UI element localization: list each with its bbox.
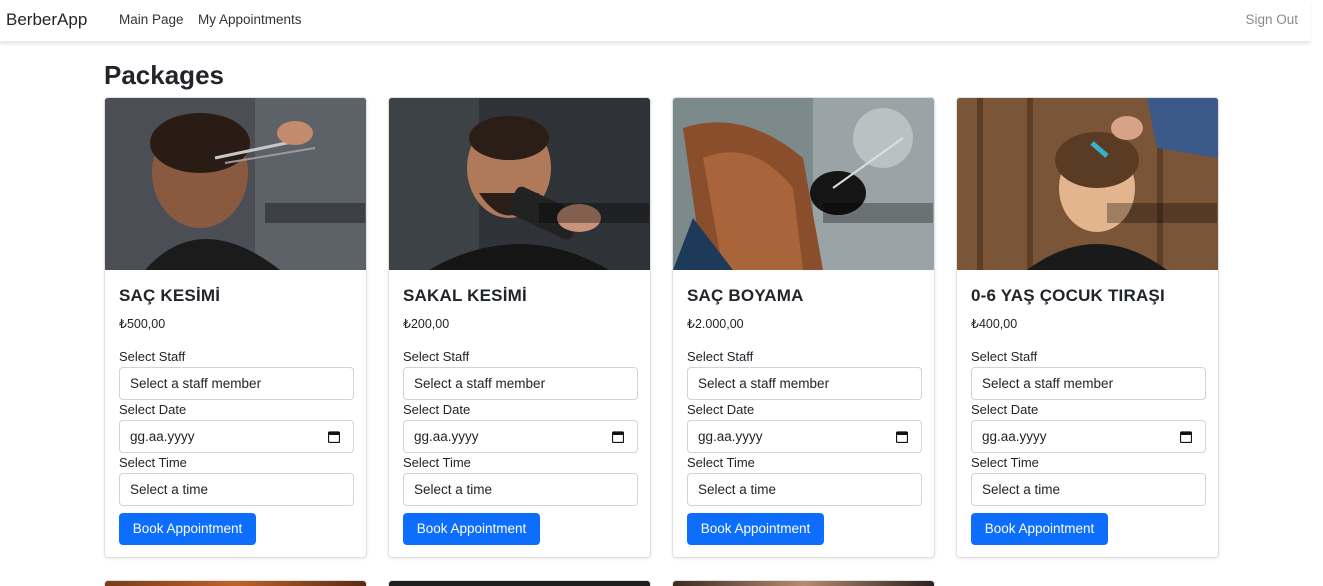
calendar-icon[interactable]	[1180, 431, 1192, 443]
package-card-partial	[388, 580, 651, 586]
package-title: SAÇ BOYAMA	[687, 286, 804, 305]
time-select[interactable]: Select a time	[687, 473, 922, 506]
select-staff-label: Select Staff	[971, 349, 1038, 364]
staff-select[interactable]: Select a staff member	[119, 367, 354, 400]
select-time-label: Select Time	[119, 455, 187, 470]
staff-select[interactable]: Select a staff member	[403, 367, 638, 400]
select-date-label: Select Date	[403, 402, 471, 417]
select-time-label: Select Time	[403, 455, 471, 470]
package-title: SAÇ KESİMİ	[119, 286, 221, 305]
select-staff-label: Select Staff	[119, 349, 186, 364]
date-placeholder: gg.aa.yyyy	[414, 429, 479, 444]
package-price: ₺500,00	[119, 317, 166, 331]
package-price: ₺2.000,00	[687, 317, 744, 331]
book-appointment-button[interactable]: Book Appointment	[403, 513, 540, 545]
select-date-label: Select Date	[119, 402, 187, 417]
date-placeholder: gg.aa.yyyy	[982, 429, 1047, 444]
page-title: Packages	[104, 60, 224, 90]
package-price: ₺400,00	[971, 317, 1018, 331]
nav-my-appointments[interactable]: My Appointments	[198, 12, 302, 27]
select-time-label: Select Time	[971, 455, 1039, 470]
package-card: 0-6 YAŞ ÇOCUK TIRAŞI ₺400,00 Select Staf…	[956, 97, 1219, 558]
calendar-icon[interactable]	[328, 431, 340, 443]
nav-main-page[interactable]: Main Page	[119, 12, 184, 27]
book-appointment-button[interactable]: Book Appointment	[971, 513, 1108, 545]
time-select[interactable]: Select a time	[403, 473, 638, 506]
staff-select[interactable]: Select a staff member	[687, 367, 922, 400]
package-image	[389, 98, 650, 270]
package-title: 0-6 YAŞ ÇOCUK TIRAŞI	[971, 286, 1165, 305]
date-input[interactable]: gg.aa.yyyy	[403, 420, 638, 453]
book-appointment-button[interactable]: Book Appointment	[119, 513, 256, 545]
date-placeholder: gg.aa.yyyy	[130, 429, 195, 444]
date-input[interactable]: gg.aa.yyyy	[971, 420, 1206, 453]
staff-select[interactable]: Select a staff member	[971, 367, 1206, 400]
package-image	[105, 98, 366, 270]
date-placeholder: gg.aa.yyyy	[698, 429, 763, 444]
package-card: SAÇ KESİMİ ₺500,00 Select Staff Select a…	[104, 97, 367, 558]
calendar-icon[interactable]	[896, 431, 908, 443]
brand-logo[interactable]: BerberApp	[6, 10, 87, 30]
package-price: ₺200,00	[403, 317, 450, 331]
select-date-label: Select Date	[971, 402, 1039, 417]
date-input[interactable]: gg.aa.yyyy	[687, 420, 922, 453]
select-staff-label: Select Staff	[403, 349, 470, 364]
book-appointment-button[interactable]: Book Appointment	[687, 513, 824, 545]
package-card: SAKAL KESİMİ ₺200,00 Select Staff Select…	[388, 97, 651, 558]
package-card: SAÇ BOYAMA ₺2.000,00 Select Staff Select…	[672, 97, 935, 558]
package-image	[673, 98, 934, 270]
select-date-label: Select Date	[687, 402, 755, 417]
select-time-label: Select Time	[687, 455, 755, 470]
package-image	[957, 98, 1218, 270]
date-input[interactable]: gg.aa.yyyy	[119, 420, 354, 453]
time-select[interactable]: Select a time	[971, 473, 1206, 506]
sign-out-link[interactable]: Sign Out	[1245, 12, 1298, 27]
time-select[interactable]: Select a time	[119, 473, 354, 506]
package-card-partial	[104, 580, 367, 586]
navbar: BerberApp Main Page My Appointments Sign…	[0, 0, 1310, 42]
calendar-icon[interactable]	[612, 431, 624, 443]
package-card-partial	[672, 580, 935, 586]
package-title: SAKAL KESİMİ	[403, 286, 527, 305]
select-staff-label: Select Staff	[687, 349, 754, 364]
